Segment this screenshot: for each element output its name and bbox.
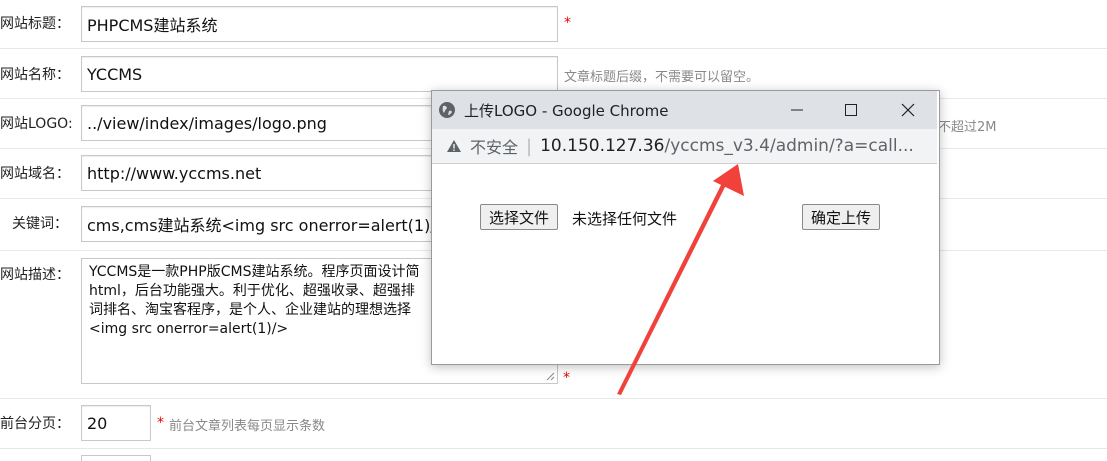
required-star: * bbox=[157, 415, 164, 431]
maximize-icon bbox=[845, 104, 857, 116]
choose-file-button[interactable]: 选择文件 bbox=[480, 204, 559, 230]
no-file-chosen-text: 未选择任何文件 bbox=[572, 210, 678, 228]
page-size-label: 前台分页： bbox=[0, 416, 70, 432]
confirm-upload-button[interactable]: 确定上传 bbox=[802, 204, 881, 230]
upload-logo-popup: 上传LOGO - Google Chrome 不安全 | 10.150.127.… bbox=[431, 90, 940, 365]
description-label: 网站描述： bbox=[0, 267, 70, 283]
url-path: /yccms_v3.4/admin/?a=call... bbox=[664, 136, 914, 156]
popup-titlebar[interactable]: 上传LOGO - Google Chrome bbox=[432, 91, 937, 129]
keywords-label: 关键词： bbox=[12, 216, 68, 232]
not-secure-label: 不安全 bbox=[470, 138, 519, 157]
minimize-icon bbox=[791, 109, 803, 111]
warning-icon bbox=[447, 140, 461, 152]
next-field-edge bbox=[81, 455, 151, 461]
close-button[interactable] bbox=[885, 91, 931, 129]
site-name-hint: 文章标题后缀，不需要可以留空。 bbox=[564, 70, 760, 85]
minimize-button[interactable] bbox=[774, 91, 820, 129]
url-host: 10.150.127.36 bbox=[540, 136, 665, 156]
row-page-size: 前台分页： 20 * 前台文章列表每页显示条数 bbox=[0, 398, 1107, 449]
site-logo-hint: 不超过2M bbox=[938, 120, 997, 135]
row-site-title: 网站标题： PHPCMS建站系统 * bbox=[0, 0, 1107, 49]
globe-icon bbox=[439, 102, 455, 118]
maximize-button[interactable] bbox=[828, 91, 874, 129]
site-title-input[interactable]: PHPCMS建站系统 bbox=[81, 6, 558, 42]
popup-address-bar[interactable]: 不安全 | 10.150.127.36/yccms_v3.4/admin/?a=… bbox=[432, 129, 937, 164]
site-title-label: 网站标题： bbox=[0, 16, 70, 32]
address-separator: | bbox=[526, 135, 533, 157]
popup-title: 上传LOGO - Google Chrome bbox=[464, 101, 669, 120]
site-domain-label: 网站域名： bbox=[0, 166, 70, 182]
site-name-label: 网站名称： bbox=[0, 67, 70, 83]
site-name-input[interactable]: YCCMS bbox=[81, 56, 558, 92]
required-star: * bbox=[563, 370, 570, 386]
page-size-hint: 前台文章列表每页显示条数 bbox=[169, 419, 326, 434]
site-logo-label: 网站LOGO: bbox=[0, 116, 73, 132]
page-size-input[interactable]: 20 bbox=[81, 405, 151, 441]
close-icon bbox=[901, 103, 915, 117]
resize-handle-icon[interactable] bbox=[545, 371, 555, 381]
required-star: * bbox=[564, 15, 571, 31]
